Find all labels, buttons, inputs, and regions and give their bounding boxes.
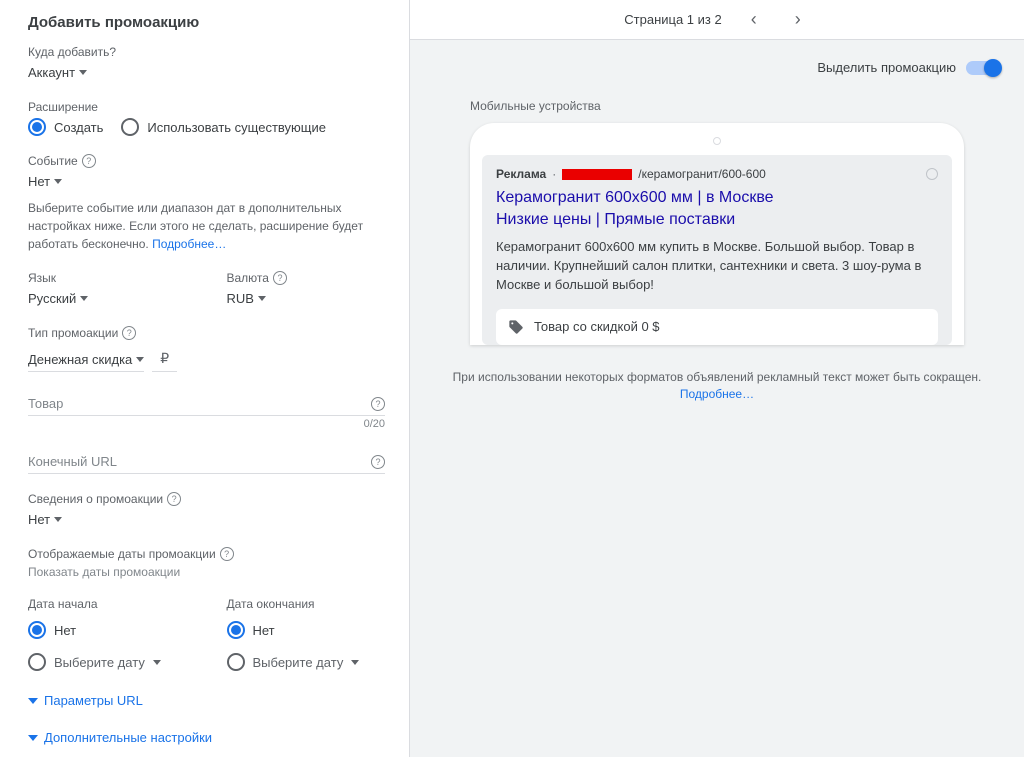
help-icon[interactable]: ?	[167, 492, 181, 506]
ad-url-row: Реклама · /керамогранит/600-600	[496, 167, 938, 181]
currency-label: Валюта	[227, 271, 269, 285]
final-url-placeholder: Конечный URL	[28, 454, 117, 469]
help-icon[interactable]: ?	[220, 547, 234, 561]
radio-icon	[227, 621, 245, 639]
radio-existing-label: Использовать существующие	[147, 120, 326, 135]
ad-url-tail: /керамогранит/600-600	[638, 167, 766, 181]
event-label: Событие	[28, 154, 78, 168]
radio-icon	[28, 118, 46, 136]
end-pick-label: Выберите дату	[253, 655, 344, 670]
promo-type-label: Тип промоакции	[28, 326, 118, 340]
disclaimer-link[interactable]: Подробнее…	[680, 387, 754, 401]
extension-label: Расширение	[28, 100, 385, 114]
where-dropdown[interactable]: Аккаунт	[28, 63, 87, 82]
caret-down-icon	[79, 70, 87, 75]
chevron-down-icon	[28, 735, 38, 741]
ad-card: Реклама · /керамогранит/600-600 Керамогр…	[482, 155, 952, 345]
product-char-count: 0/20	[28, 418, 385, 430]
dates-hint: Показать даты промоакции	[28, 565, 385, 579]
event-learn-more-link[interactable]: Подробнее…	[152, 237, 226, 251]
event-value: Нет	[28, 174, 50, 189]
currency-dropdown[interactable]: RUB	[227, 289, 266, 308]
radio-create[interactable]: Создать	[28, 118, 103, 136]
ad-description: Керамогранит 600х600 мм купить в Москве.…	[496, 238, 938, 295]
radio-existing[interactable]: Использовать существующие	[121, 118, 326, 136]
caret-down-icon	[54, 179, 62, 184]
dates-label: Отображаемые даты промоакции	[28, 547, 216, 561]
help-icon[interactable]: ?	[371, 455, 385, 469]
expand-extra-settings[interactable]: Дополнительные настройки	[28, 730, 385, 745]
language-dropdown[interactable]: Русский	[28, 289, 88, 308]
highlight-toggle[interactable]	[966, 61, 1000, 75]
help-icon[interactable]: ?	[371, 397, 385, 411]
product-placeholder: Товар	[28, 396, 63, 411]
tag-icon	[508, 319, 524, 335]
start-none-label: Нет	[54, 623, 76, 638]
start-date-label: Дата начала	[28, 597, 187, 611]
end-date-label: Дата окончания	[227, 597, 386, 611]
expand-url-params[interactable]: Параметры URL	[28, 693, 385, 708]
event-hint: Выберите событие или диапазон дат в допо…	[28, 199, 385, 253]
pager-bar: Страница 1 из 2 ‹ ›	[410, 0, 1024, 40]
expand-url-label: Параметры URL	[44, 693, 143, 708]
toggle-knob-icon	[984, 59, 1002, 77]
radio-icon	[28, 653, 46, 671]
help-icon[interactable]: ?	[82, 154, 96, 168]
form-panel: Добавить промоакцию Куда добавить? Аккау…	[0, 0, 410, 757]
disclaimer-text: При использовании некоторых форматов объ…	[453, 370, 982, 384]
language-value: Русский	[28, 291, 76, 306]
expand-extra-label: Дополнительные настройки	[44, 730, 212, 745]
preview-panel: Страница 1 из 2 ‹ › Выделить промоакцию …	[410, 0, 1024, 757]
language-label: Язык	[28, 271, 187, 285]
event-dropdown[interactable]: Нет	[28, 172, 62, 191]
radio-icon	[227, 653, 245, 671]
disclaimer: При использовании некоторых форматов объ…	[410, 355, 1024, 407]
ad-badge: Реклама	[496, 167, 546, 181]
device-label: Мобильные устройства	[470, 99, 964, 113]
currency-value: RUB	[227, 291, 254, 306]
product-input[interactable]: Товар ?	[28, 390, 385, 416]
highlight-label: Выделить промоакцию	[817, 60, 956, 75]
pager-prev[interactable]: ‹	[742, 8, 766, 32]
end-none-label: Нет	[253, 623, 275, 638]
caret-down-icon	[80, 296, 88, 301]
help-icon[interactable]: ?	[273, 271, 287, 285]
promo-info-value: Нет	[28, 512, 50, 527]
radio-icon	[121, 118, 139, 136]
phone-frame: Реклама · /керамогранит/600-600 Керамогр…	[470, 123, 964, 345]
start-date-pick[interactable]: Выберите дату	[28, 653, 145, 671]
promo-info-dropdown[interactable]: Нет	[28, 510, 62, 529]
final-url-input[interactable]: Конечный URL ?	[28, 448, 385, 474]
end-date-pick[interactable]: Выберите дату	[227, 653, 344, 671]
panel-title: Добавить промоакцию	[28, 14, 385, 31]
redacted-domain	[562, 169, 632, 180]
currency-symbol-field[interactable]: ₽	[152, 344, 177, 372]
where-value: Аккаунт	[28, 65, 75, 80]
ad-headline[interactable]: Керамогранит 600х600 мм | в Москве Низки…	[496, 187, 938, 230]
caret-down-icon[interactable]	[153, 660, 161, 665]
promo-info-label: Сведения о промоакции	[28, 492, 163, 506]
where-label: Куда добавить?	[28, 45, 385, 59]
pager-next[interactable]: ›	[786, 8, 810, 32]
pager-text: Страница 1 из 2	[624, 12, 721, 27]
start-date-none[interactable]: Нет	[28, 621, 187, 639]
promo-type-value: Денежная скидка	[28, 352, 132, 367]
ad-title-line2: Низкие цены | Прямые поставки	[496, 211, 735, 228]
caret-down-icon	[258, 296, 266, 301]
end-date-none[interactable]: Нет	[227, 621, 386, 639]
ad-info-icon[interactable]	[926, 168, 938, 180]
radio-icon	[28, 621, 46, 639]
caret-down-icon	[54, 517, 62, 522]
promo-type-dropdown[interactable]: Денежная скидка	[28, 350, 144, 372]
help-icon[interactable]: ?	[122, 326, 136, 340]
start-pick-label: Выберите дату	[54, 655, 145, 670]
caret-down-icon	[136, 357, 144, 362]
chevron-down-icon	[28, 698, 38, 704]
phone-camera-icon	[713, 137, 721, 145]
caret-down-icon[interactable]	[351, 660, 359, 665]
promo-text: Товар со скидкой 0 $	[534, 319, 660, 334]
ad-title-line1: Керамогранит 600х600 мм | в Москве	[496, 189, 774, 206]
promo-strip[interactable]: Товар со скидкой 0 $	[496, 309, 938, 345]
radio-create-label: Создать	[54, 120, 103, 135]
